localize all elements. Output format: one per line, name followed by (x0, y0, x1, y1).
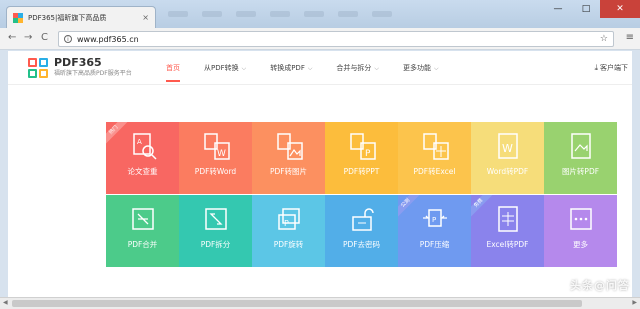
chevron-down-icon: ⌵ (307, 65, 313, 72)
pdf365-favicon-icon (13, 12, 23, 23)
svg-text:W: W (217, 149, 226, 159)
image-to-pdf-icon (570, 133, 591, 159)
back-button[interactable]: ← (8, 32, 16, 43)
browser-menu-icon[interactable]: ≡ (626, 32, 634, 43)
tool-tile[interactable]: W PDF转Word (179, 122, 252, 194)
tool-tile[interactable]: P PDF旋转 (252, 195, 325, 267)
web-page: PDF365 福昕旗下高品质PDF服务平台 首页 从PDF转换 ⌵ 转换成PDF ⌵… (8, 51, 632, 297)
tool-tile-grid: 热门 A 论文查重 W PDF转Word PDF转图片 P PDF转PPT PDF转Excel W… (106, 122, 617, 267)
scroll-left-icon[interactable]: ◀ (3, 299, 8, 306)
nav-more-features[interactable]: 更多功能 ⌵ (403, 63, 439, 73)
svg-text:P: P (365, 149, 371, 159)
tile-label: PDF转PPT (343, 167, 380, 176)
tile-label: 图片转PDF (561, 167, 600, 176)
main-nav: 首页 从PDF转换 ⌵ 转换成PDF ⌵ 合并与拆分 ⌵ 更多功能 ⌵ (166, 63, 463, 82)
rotate-icon: P (277, 208, 300, 230)
nav-home[interactable]: 首页 (166, 63, 180, 82)
address-toolbar: ← → C i www.pdf365.cn ☆ ≡ (0, 28, 640, 50)
tool-tile[interactable]: 更多 (544, 195, 617, 267)
logo-slogan: 福昕旗下高品质PDF服务平台 (54, 70, 132, 77)
tile-label: PDF合并 (127, 240, 158, 249)
compress-icon: P (422, 209, 447, 227)
tile-label: PDF转图片 (269, 167, 308, 176)
pdf-to-ppt-icon: P (349, 133, 376, 160)
chevron-down-icon: ⌵ (433, 65, 439, 72)
tool-tile[interactable]: W Word转PDF (471, 122, 544, 194)
tool-tile[interactable]: PDF转图片 (252, 122, 325, 194)
tile-label: PDF去密码 (342, 240, 381, 249)
close-window-button[interactable]: ✕ (600, 0, 640, 18)
pdf-to-image-icon (276, 133, 303, 160)
tool-tile[interactable]: 公测 P PDF压缩 (398, 195, 471, 267)
logo-name: PDF365 (54, 56, 102, 69)
nav-to-pdf[interactable]: 转换成PDF ⌵ (270, 63, 312, 73)
svg-text:P: P (284, 219, 289, 228)
tool-tile[interactable]: P PDF转PPT (325, 122, 398, 194)
tile-label: PDF压缩 (419, 240, 450, 249)
tile-label: 论文查重 (127, 167, 158, 176)
download-icon: ⤓ (594, 63, 598, 72)
pdf-to-word-icon: W (203, 133, 230, 160)
tool-tile[interactable]: PDF合并 (106, 195, 179, 267)
minimize-button[interactable]: — (544, 0, 572, 18)
merge-icon (131, 208, 154, 230)
word-to-pdf-icon: W (497, 133, 518, 159)
tile-label: PDF转Excel (413, 167, 456, 176)
scrollbar-thumb[interactable] (12, 300, 582, 307)
search-doc-icon: A (132, 133, 157, 160)
tile-label: Word转PDF (486, 167, 529, 176)
tile-label: Excel转PDF (486, 240, 529, 249)
maximize-button[interactable]: □ (572, 0, 600, 18)
browser-tab[interactable]: PDF365|福昕旗下高品质 × (6, 6, 156, 28)
url-text: www.pdf365.cn (77, 34, 139, 44)
chevron-down-icon: ⌵ (374, 65, 379, 72)
tile-label: PDF旋转 (273, 240, 304, 249)
split-icon (204, 208, 227, 230)
tab-title: PDF365|福昕旗下高品质 (28, 13, 107, 22)
tool-tile[interactable]: PDF去密码 (325, 195, 398, 267)
tile-label: PDF转Word (194, 167, 237, 176)
tile-label: 更多 (573, 240, 588, 249)
site-logo[interactable]: PDF365 福昕旗下高品质PDF服务平台 (28, 57, 132, 78)
watermark-text: 头条@问答 (570, 279, 630, 292)
forward-button[interactable]: → (24, 32, 32, 43)
site-info-icon[interactable]: i (64, 35, 72, 43)
tab-close-icon[interactable]: × (142, 13, 149, 22)
blurred-bookmarks (168, 11, 392, 17)
reload-button[interactable]: C (41, 32, 48, 43)
bookmark-star-icon[interactable]: ☆ (600, 34, 608, 44)
chevron-down-icon: ⌵ (241, 65, 247, 72)
svg-text:W: W (502, 142, 513, 155)
window-controls: — □ ✕ (544, 0, 640, 18)
client-download-link[interactable]: ⤓ 客户端下 (594, 63, 628, 73)
more-icon (569, 208, 592, 230)
tile-label: PDF拆分 (200, 240, 231, 249)
excel-to-pdf-icon (497, 206, 518, 232)
tool-tile[interactable]: 热门 A 论文查重 (106, 122, 179, 194)
site-header: PDF365 福昕旗下高品质PDF服务平台 首页 从PDF转换 ⌵ 转换成PDF ⌵… (8, 51, 632, 85)
tool-tile[interactable]: PDF转Excel (398, 122, 471, 194)
scroll-right-icon[interactable]: ▶ (632, 299, 637, 306)
svg-text:P: P (432, 216, 436, 224)
nav-from-pdf[interactable]: 从PDF转换 ⌵ (204, 63, 246, 73)
tool-tile[interactable]: 免费 Excel转PDF (471, 195, 544, 267)
browser-title-bar: PDF365|福昕旗下高品质 × — □ ✕ (0, 0, 640, 28)
nav-merge-split[interactable]: 合并与拆分 ⌵ (336, 63, 379, 73)
svg-text:A: A (137, 138, 142, 146)
horizontal-scrollbar[interactable]: ◀ ▶ (0, 297, 640, 309)
tool-tile[interactable]: PDF拆分 (179, 195, 252, 267)
unlock-icon (351, 208, 374, 231)
url-input[interactable]: i www.pdf365.cn ☆ (58, 31, 614, 47)
pdf-to-excel-icon (422, 133, 449, 160)
tool-tile[interactable]: 图片转PDF (544, 122, 617, 194)
logo-grid-icon (28, 57, 48, 78)
